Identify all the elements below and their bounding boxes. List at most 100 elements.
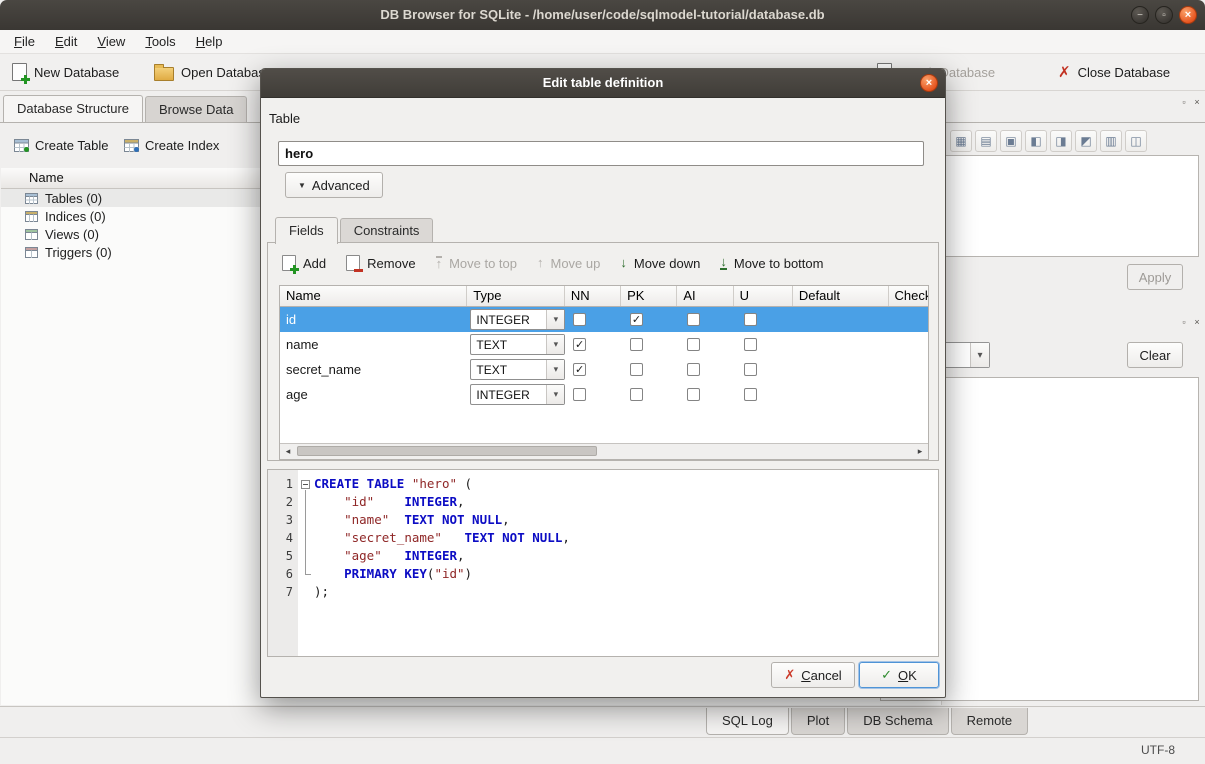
field-name-cell[interactable]: id — [280, 307, 469, 332]
table-name-input[interactable] — [278, 141, 924, 166]
default-cell[interactable] — [798, 332, 895, 357]
remove-field-button[interactable]: Remove — [346, 255, 415, 271]
tab-sql-log[interactable]: SQL Log — [706, 708, 789, 735]
tree-header-label: Name — [29, 170, 64, 185]
minimize-button[interactable]: − — [1131, 6, 1149, 24]
open-database-button[interactable]: Open Database — [148, 58, 278, 86]
pk-checkbox[interactable] — [630, 388, 643, 401]
menu-tools[interactable]: Tools — [135, 30, 185, 54]
tab-fields[interactable]: Fields — [275, 217, 338, 244]
toolbar-icon[interactable]: ▥ — [1100, 130, 1122, 152]
table-label: Table — [269, 111, 300, 126]
menu-help[interactable]: Help — [186, 30, 233, 54]
toolbar-icon[interactable]: ▦ — [950, 130, 972, 152]
column-header-name[interactable]: Name — [280, 286, 467, 306]
dock-float-button[interactable]: ▫ — [1178, 316, 1190, 328]
field-row-age[interactable]: age INTEGER▾ — [280, 382, 928, 407]
screen: DB Browser for SQLite - /home/user/code/… — [0, 0, 1205, 764]
dialog-close-button[interactable]: × — [920, 74, 938, 92]
default-cell[interactable] — [798, 307, 895, 332]
menu-edit[interactable]: Edit — [45, 30, 87, 54]
dock-close-button[interactable]: × — [1191, 316, 1203, 328]
fold-guide-line — [305, 490, 306, 574]
create-table-button[interactable]: Create Table — [8, 133, 114, 157]
type-combobox[interactable]: INTEGER▾ — [470, 384, 565, 405]
maximize-button[interactable]: ▫ — [1155, 6, 1173, 24]
move-to-bottom-button[interactable]: ↓ Move to bottom — [720, 256, 823, 271]
u-checkbox[interactable] — [744, 313, 757, 326]
tab-browse-data[interactable]: Browse Data — [145, 96, 247, 123]
window-close-button[interactable]: × — [1179, 6, 1197, 24]
field-name-cell[interactable]: age — [280, 382, 469, 407]
column-header-check[interactable]: Check — [889, 286, 928, 306]
ai-checkbox[interactable] — [687, 388, 700, 401]
nn-checkbox[interactable] — [573, 388, 586, 401]
pk-checkbox[interactable] — [630, 338, 643, 351]
type-combobox[interactable]: TEXT▾ — [470, 359, 565, 380]
column-header-type[interactable]: Type — [467, 286, 565, 306]
check-cell[interactable] — [895, 382, 928, 407]
new-database-button[interactable]: New Database — [6, 58, 125, 86]
pk-checkbox[interactable] — [630, 363, 643, 376]
check-cell[interactable] — [895, 357, 928, 382]
field-name-cell[interactable]: name — [280, 332, 469, 357]
toolbar-icon[interactable]: ◩ — [1075, 130, 1097, 152]
ai-checkbox[interactable] — [687, 338, 700, 351]
ai-checkbox[interactable] — [687, 363, 700, 376]
column-header-u[interactable]: U — [734, 286, 793, 306]
type-combobox[interactable]: INTEGER▾ — [470, 309, 565, 330]
tab-database-structure[interactable]: Database Structure — [3, 95, 143, 123]
horizontal-scrollbar[interactable]: ◂ ▸ — [280, 443, 928, 459]
scroll-left-icon[interactable]: ◂ — [280, 444, 296, 458]
default-cell[interactable] — [798, 382, 895, 407]
default-cell[interactable] — [798, 357, 895, 382]
fold-collapse-icon[interactable] — [301, 480, 310, 489]
toolbar-icon[interactable]: ▣ — [1000, 130, 1022, 152]
pk-checkbox[interactable]: ✓ — [630, 313, 643, 326]
tab-remote[interactable]: Remote — [951, 708, 1029, 735]
scrollbar-thumb[interactable] — [297, 446, 597, 456]
u-checkbox[interactable] — [744, 338, 757, 351]
sql-preview[interactable]: 1234567 CREATE TABLE "hero" ( "id" INTEG… — [267, 469, 939, 657]
move-down-button[interactable]: ↓ Move down — [620, 256, 700, 271]
toolbar-icon[interactable]: ▤ — [975, 130, 997, 152]
cancel-button[interactable]: ✗ Cancel — [771, 662, 855, 688]
tab-plot[interactable]: Plot — [791, 708, 845, 735]
dock-close-button[interactable]: × — [1191, 96, 1203, 108]
toolbar-icon[interactable]: ◨ — [1050, 130, 1072, 152]
menu-file[interactable]: File — [4, 30, 45, 54]
clear-button[interactable]: Clear — [1127, 342, 1183, 368]
ok-button[interactable]: ✓ OK — [859, 662, 939, 688]
nn-checkbox[interactable]: ✓ — [573, 338, 586, 351]
toolbar-icon[interactable]: ◫ — [1125, 130, 1147, 152]
column-header-ai[interactable]: AI — [677, 286, 733, 306]
type-combobox[interactable]: TEXT▾ — [470, 334, 565, 355]
nn-checkbox[interactable]: ✓ — [573, 363, 586, 376]
apply-label: Apply — [1139, 270, 1172, 285]
nn-checkbox[interactable] — [573, 313, 586, 326]
field-row-secret-name[interactable]: secret_name TEXT▾ ✓ — [280, 357, 928, 382]
add-field-button[interactable]: Add — [282, 255, 326, 271]
column-header-default[interactable]: Default — [793, 286, 889, 306]
column-header-pk[interactable]: PK — [621, 286, 677, 306]
tab-constraints[interactable]: Constraints — [340, 218, 434, 243]
close-database-button[interactable]: ✗ Close Database — [1052, 58, 1176, 86]
u-checkbox[interactable] — [744, 388, 757, 401]
field-row-name[interactable]: name TEXT▾ ✓ — [280, 332, 928, 357]
remove-field-label: Remove — [367, 256, 415, 271]
advanced-toggle-button[interactable]: ▼ Advanced — [285, 172, 383, 198]
field-name-cell[interactable]: secret_name — [280, 357, 469, 382]
toolbar-icon[interactable]: ◧ — [1025, 130, 1047, 152]
dialog-titlebar[interactable]: Edit table definition × — [261, 69, 945, 98]
tab-db-schema[interactable]: DB Schema — [847, 708, 948, 735]
scroll-right-icon[interactable]: ▸ — [912, 444, 928, 458]
check-cell[interactable] — [895, 307, 928, 332]
menu-view[interactable]: View — [87, 30, 135, 54]
column-header-nn[interactable]: NN — [565, 286, 621, 306]
ai-checkbox[interactable] — [687, 313, 700, 326]
u-checkbox[interactable] — [744, 363, 757, 376]
dock-float-button[interactable]: ▫ — [1178, 96, 1190, 108]
check-cell[interactable] — [895, 332, 928, 357]
create-index-button[interactable]: Create Index — [118, 133, 225, 157]
field-row-id[interactable]: id INTEGER▾ ✓ — [280, 307, 928, 332]
